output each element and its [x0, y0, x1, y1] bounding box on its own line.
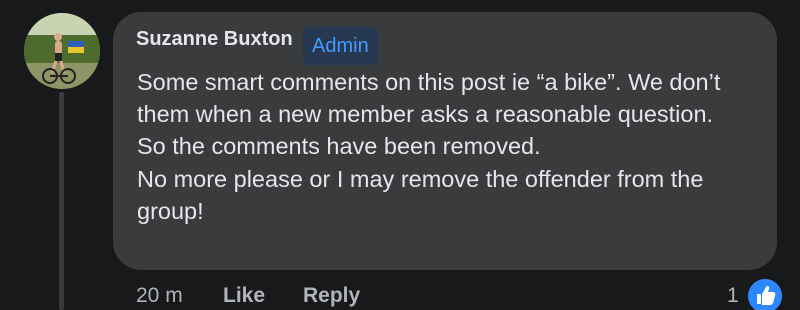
like-thumbs-up-icon[interactable] [745, 276, 785, 310]
thread-line [59, 92, 64, 310]
comment: Suzanne Buxton Admin Some smart comments… [0, 0, 800, 310]
reaction-count[interactable]: 1 [727, 284, 739, 308]
like-button[interactable]: Like [223, 284, 265, 308]
timestamp[interactable]: 20 m [136, 284, 183, 308]
comment-line: Some smart comments on this post ie “a b… [137, 69, 721, 128]
author-name[interactable]: Suzanne Buxton [136, 28, 293, 51]
avatar[interactable] [24, 13, 100, 89]
comment-line: So the comments have been removed. [137, 133, 541, 160]
reply-button[interactable]: Reply [303, 284, 360, 308]
comment-text: Some smart comments on this post ie “a b… [137, 66, 757, 227]
cyclist-avatar-image [24, 13, 100, 89]
comment-line: No more please or I may remove the offen… [137, 165, 704, 224]
admin-badge: Admin [303, 27, 378, 65]
